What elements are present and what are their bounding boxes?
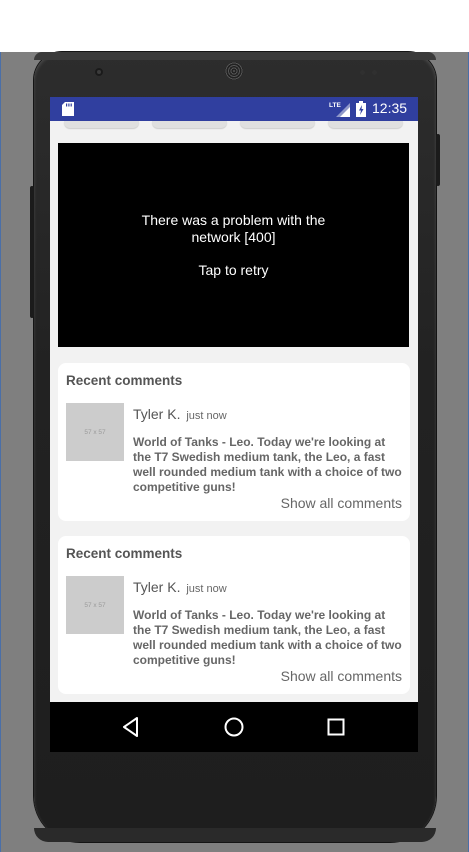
author-name: Tyler K. — [133, 406, 181, 422]
card-title: Recent comments — [66, 373, 183, 388]
back-icon[interactable] — [118, 714, 144, 740]
sd-card-icon — [62, 102, 74, 116]
comment-author: Tyler K. just now — [133, 406, 227, 422]
tab-stub[interactable] — [240, 121, 315, 128]
show-all-comments-link[interactable]: Show all comments — [281, 668, 402, 684]
lte-signal-icon: LTE — [329, 102, 350, 117]
avatar-placeholder: 57 x 57 — [66, 576, 124, 634]
avatar-placeholder: 57 x 57 — [66, 403, 124, 461]
tab-stub[interactable] — [328, 121, 403, 128]
light-sensor — [372, 70, 377, 75]
comments-card: Recent comments 57 x 57 Tyler K. just no… — [58, 536, 410, 694]
front-camera — [95, 68, 103, 76]
tab-stub[interactable] — [64, 121, 139, 128]
comment-author: Tyler K. just now — [133, 579, 227, 595]
retry-button[interactable]: Tap to retry — [58, 262, 409, 279]
comment-time: just now — [186, 583, 227, 595]
phone-top-edge — [34, 52, 436, 60]
phone-chin — [34, 828, 436, 842]
volume-button — [30, 186, 34, 318]
tab-stub[interactable] — [152, 121, 227, 128]
navigation-bar — [50, 702, 418, 752]
svg-text:LTE: LTE — [329, 102, 341, 109]
show-all-comments-link[interactable]: Show all comments — [281, 495, 402, 511]
status-bar: LTE 12:35 — [50, 97, 418, 121]
status-clock: 12:35 — [372, 100, 408, 116]
speaker-grille — [225, 62, 243, 80]
comment-body: World of Tanks - Leo. Today we're lookin… — [133, 435, 402, 494]
home-icon[interactable] — [221, 714, 247, 740]
comment-body: World of Tanks - Leo. Today we're lookin… — [133, 608, 402, 667]
recents-icon[interactable] — [323, 714, 349, 740]
video-error-message: There was a problem with the network [40… — [141, 212, 326, 245]
device-screen: LTE 12:35 There was a problem with the n… — [50, 97, 418, 752]
battery-charging-icon — [356, 101, 366, 117]
author-name: Tyler K. — [133, 579, 181, 595]
proximity-sensor — [360, 70, 365, 75]
scroll-content[interactable]: There was a problem with the network [40… — [50, 121, 418, 702]
comment-time: just now — [186, 410, 227, 422]
comments-card: Recent comments 57 x 57 Tyler K. just no… — [58, 363, 410, 521]
video-player[interactable]: There was a problem with the network [40… — [58, 143, 409, 347]
power-button — [436, 134, 440, 186]
card-title: Recent comments — [66, 546, 183, 561]
